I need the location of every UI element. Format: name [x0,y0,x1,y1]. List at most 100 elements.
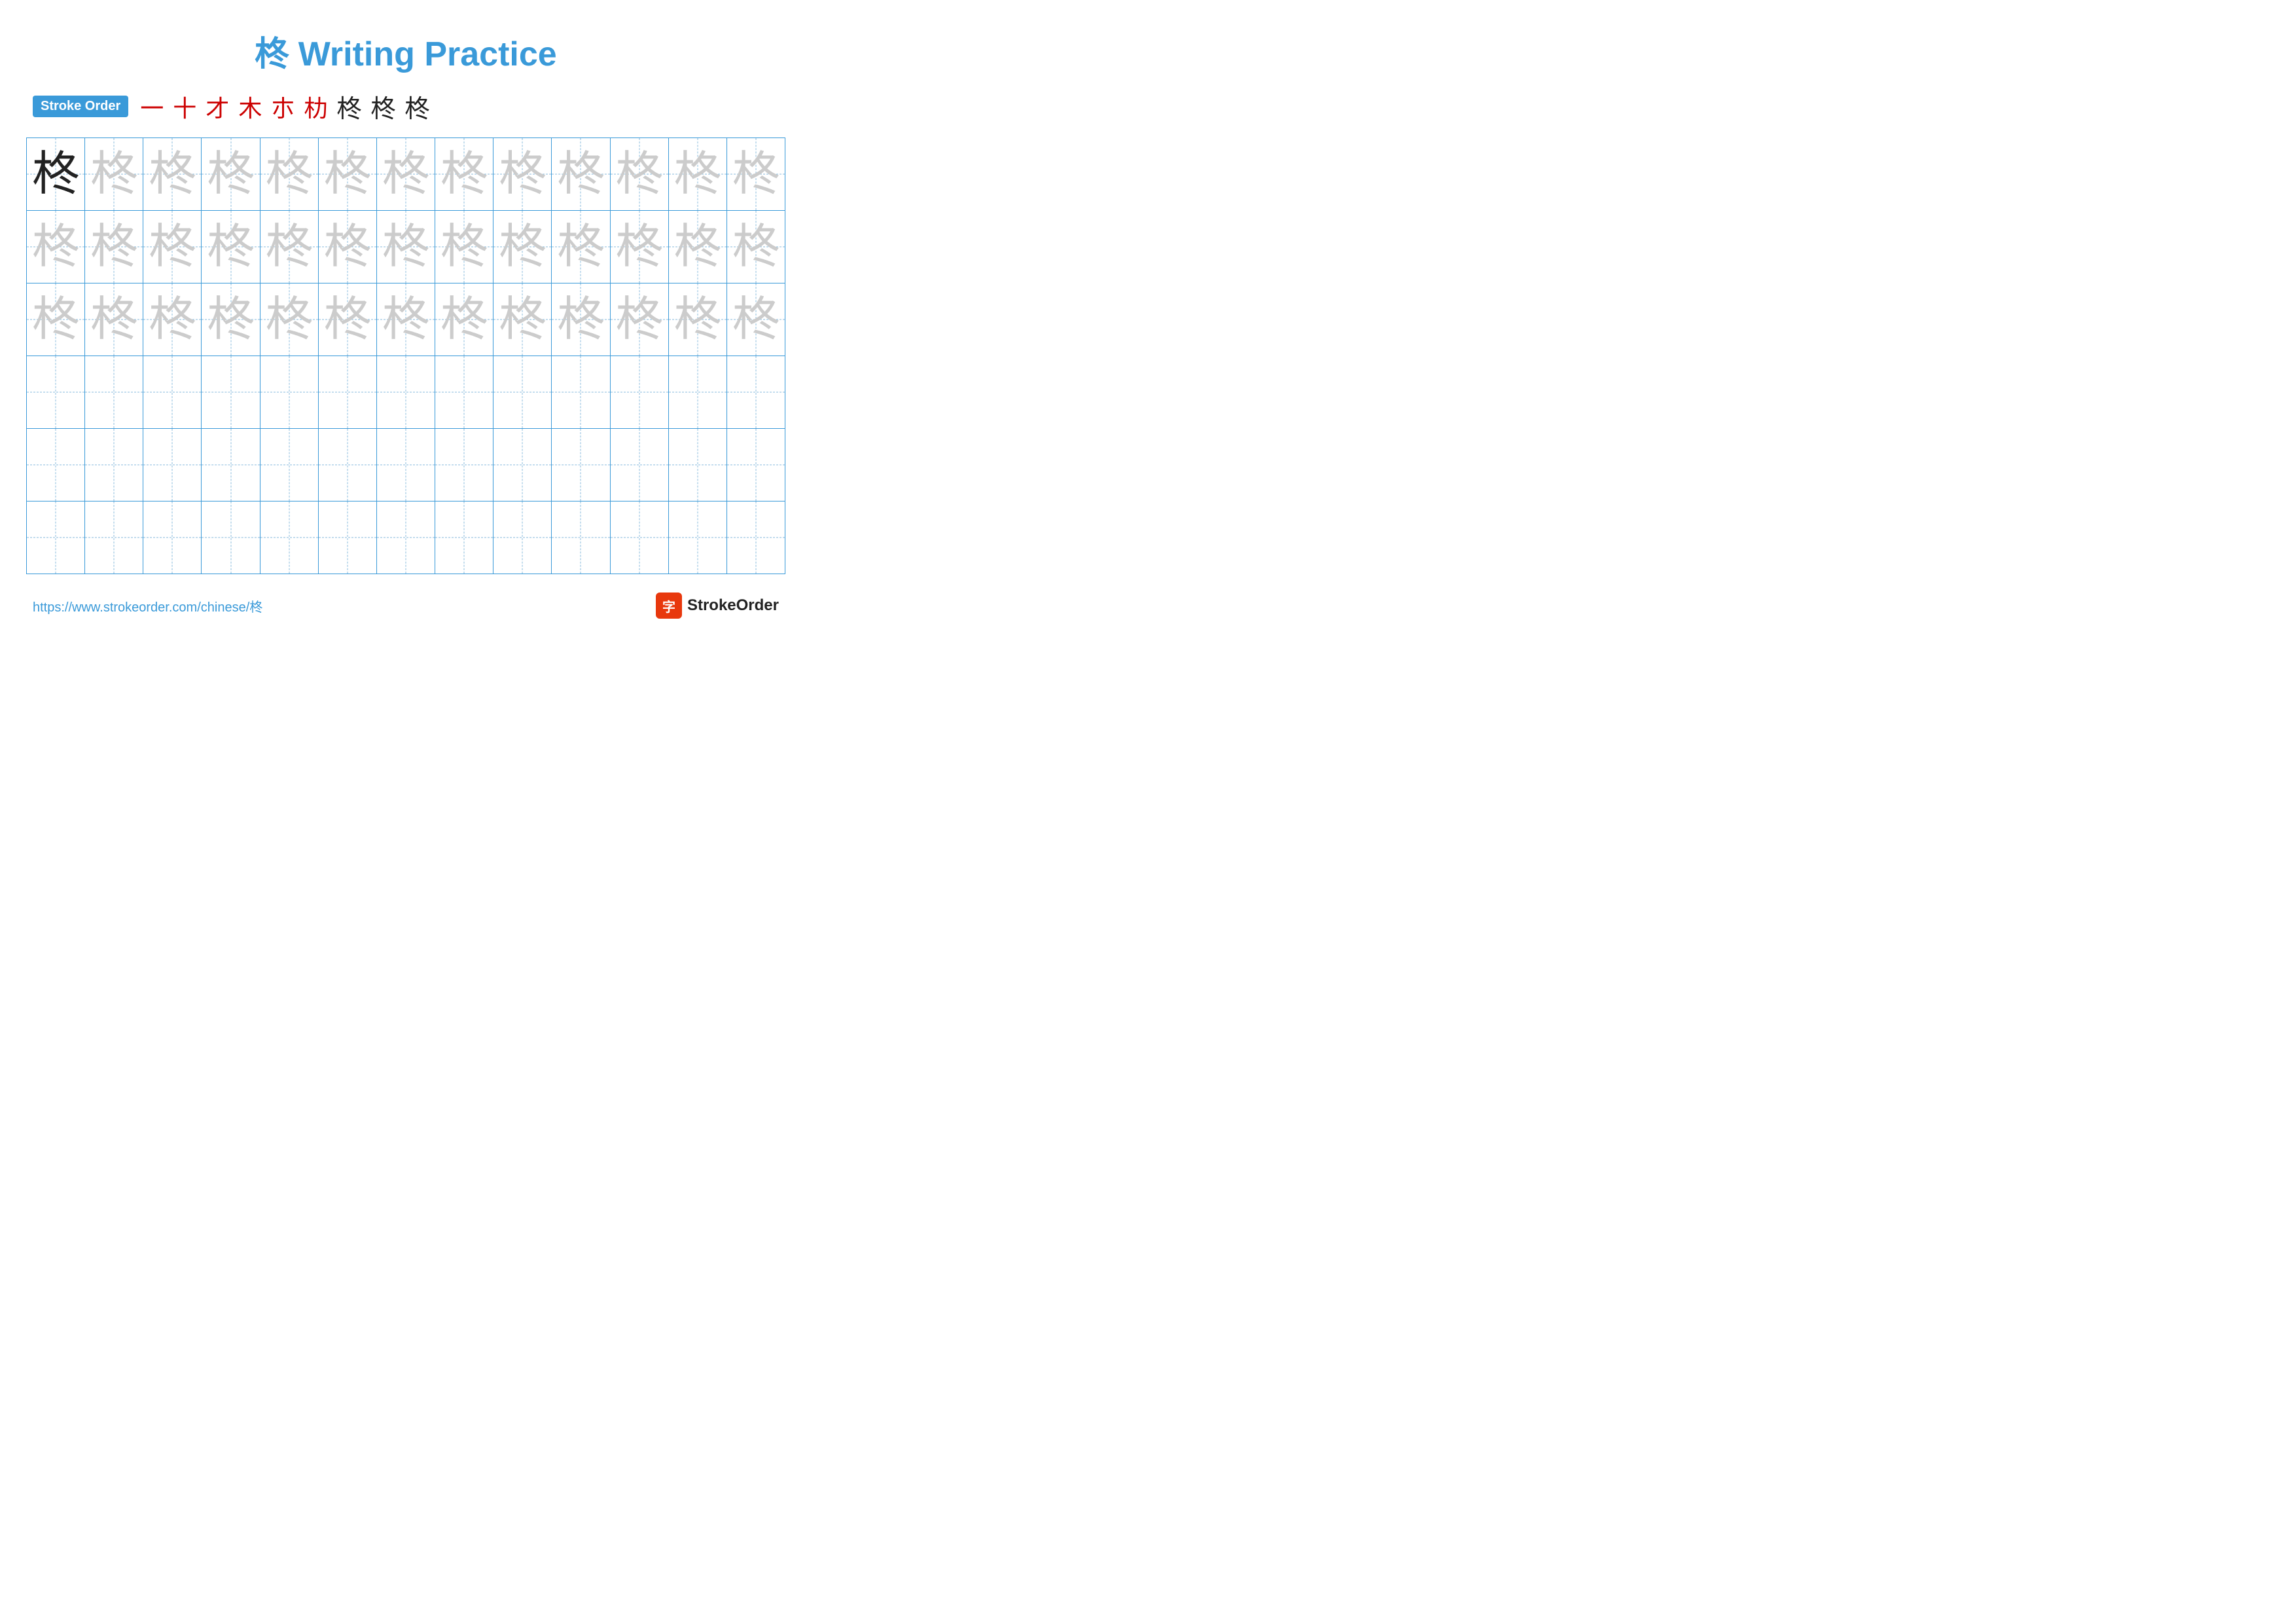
grid-row-0: 柊柊柊柊柊柊柊柊柊柊柊柊柊 [27,138,785,211]
grid-cell-0-4[interactable]: 柊 [260,138,319,210]
char-display: 柊 [557,223,604,270]
grid-cell-1-7[interactable]: 柊 [435,211,493,283]
grid-cell-1-6[interactable]: 柊 [377,211,435,283]
grid-cell-5-4[interactable] [260,501,319,574]
page-title: 柊 Writing Practice [26,26,785,75]
grid-row-2: 柊柊柊柊柊柊柊柊柊柊柊柊柊 [27,283,785,356]
grid-cell-0-7[interactable]: 柊 [435,138,493,210]
grid-cell-0-12[interactable]: 柊 [727,138,785,210]
grid-cell-5-7[interactable] [435,501,493,574]
grid-cell-3-10[interactable] [611,356,669,428]
grid-cell-2-1[interactable]: 柊 [85,283,143,356]
grid-cell-1-9[interactable]: 柊 [552,211,610,283]
grid-cell-1-4[interactable]: 柊 [260,211,319,283]
footer-url[interactable]: https://www.strokeorder.com/chinese/柊 [33,596,262,615]
grid-cell-2-6[interactable]: 柊 [377,283,435,356]
grid-cell-2-12[interactable]: 柊 [727,283,785,356]
grid-cell-2-11[interactable]: 柊 [669,283,727,356]
grid-cell-1-5[interactable]: 柊 [319,211,377,283]
grid-cell-4-1[interactable] [85,429,143,501]
grid-cell-4-5[interactable] [319,429,377,501]
grid-cell-0-11[interactable]: 柊 [669,138,727,210]
char-display: 柊 [149,151,196,198]
practice-grid: 柊柊柊柊柊柊柊柊柊柊柊柊柊柊柊柊柊柊柊柊柊柊柊柊柊柊柊柊柊柊柊柊柊柊柊柊柊柊柊 [26,137,785,574]
char-display: 柊 [616,223,663,270]
grid-cell-5-10[interactable] [611,501,669,574]
char-display: 柊 [674,296,721,343]
grid-cell-0-0[interactable]: 柊 [27,138,85,210]
grid-cell-4-6[interactable] [377,429,435,501]
grid-cell-1-12[interactable]: 柊 [727,211,785,283]
grid-cell-1-11[interactable]: 柊 [669,211,727,283]
grid-cell-3-1[interactable] [85,356,143,428]
grid-cell-4-11[interactable] [669,429,727,501]
char-display: 柊 [32,151,79,198]
grid-cell-4-2[interactable] [143,429,202,501]
grid-cell-2-4[interactable]: 柊 [260,283,319,356]
grid-cell-5-0[interactable] [27,501,85,574]
grid-cell-3-6[interactable] [377,356,435,428]
title-text: Writing Practice [289,35,556,73]
char-display: 柊 [149,296,196,343]
grid-cell-3-0[interactable] [27,356,85,428]
grid-cell-0-5[interactable]: 柊 [319,138,377,210]
grid-cell-0-6[interactable]: 柊 [377,138,435,210]
grid-cell-5-9[interactable] [552,501,610,574]
grid-cell-4-12[interactable] [727,429,785,501]
grid-cell-5-12[interactable] [727,501,785,574]
stroke-char-6: 柊 [336,88,361,124]
grid-cell-3-11[interactable] [669,356,727,428]
grid-cell-3-5[interactable] [319,356,377,428]
grid-cell-5-1[interactable] [85,501,143,574]
grid-cell-2-10[interactable]: 柊 [611,283,669,356]
stroke-char-7: 柊 [370,88,395,124]
grid-cell-3-8[interactable] [493,356,552,428]
grid-cell-1-0[interactable]: 柊 [27,211,85,283]
char-display: 柊 [440,296,488,343]
grid-cell-1-8[interactable]: 柊 [493,211,552,283]
grid-row-1: 柊柊柊柊柊柊柊柊柊柊柊柊柊 [27,211,785,283]
grid-cell-4-7[interactable] [435,429,493,501]
grid-cell-3-9[interactable] [552,356,610,428]
grid-cell-2-7[interactable]: 柊 [435,283,493,356]
grid-cell-1-1[interactable]: 柊 [85,211,143,283]
grid-row-4 [27,429,785,501]
char-display: 柊 [207,151,255,198]
grid-cell-2-0[interactable]: 柊 [27,283,85,356]
grid-cell-2-3[interactable]: 柊 [202,283,260,356]
grid-cell-5-3[interactable] [202,501,260,574]
grid-cell-1-2[interactable]: 柊 [143,211,202,283]
grid-cell-3-2[interactable] [143,356,202,428]
grid-cell-3-7[interactable] [435,356,493,428]
grid-cell-0-3[interactable]: 柊 [202,138,260,210]
grid-cell-0-2[interactable]: 柊 [143,138,202,210]
grid-cell-4-10[interactable] [611,429,669,501]
grid-cell-4-9[interactable] [552,429,610,501]
grid-cell-0-1[interactable]: 柊 [85,138,143,210]
grid-cell-1-3[interactable]: 柊 [202,211,260,283]
grid-cell-4-0[interactable] [27,429,85,501]
grid-cell-2-2[interactable]: 柊 [143,283,202,356]
grid-cell-3-3[interactable] [202,356,260,428]
grid-cell-3-12[interactable] [727,356,785,428]
grid-cell-4-4[interactable] [260,429,319,501]
grid-cell-5-2[interactable] [143,501,202,574]
grid-cell-2-9[interactable]: 柊 [552,283,610,356]
grid-cell-5-6[interactable] [377,501,435,574]
grid-cell-2-8[interactable]: 柊 [493,283,552,356]
grid-cell-2-5[interactable]: 柊 [319,283,377,356]
grid-cell-0-8[interactable]: 柊 [493,138,552,210]
stroke-char-2: 才 [206,90,229,124]
grid-cell-1-10[interactable]: 柊 [611,211,669,283]
char-display: 柊 [732,296,780,343]
grid-cell-4-3[interactable] [202,429,260,501]
grid-cell-0-9[interactable]: 柊 [552,138,610,210]
grid-cell-3-4[interactable] [260,356,319,428]
char-display: 柊 [674,151,721,198]
char-display: 柊 [266,151,313,198]
grid-cell-5-5[interactable] [319,501,377,574]
grid-cell-4-8[interactable] [493,429,552,501]
grid-cell-5-11[interactable] [669,501,727,574]
grid-cell-0-10[interactable]: 柊 [611,138,669,210]
grid-cell-5-8[interactable] [493,501,552,574]
